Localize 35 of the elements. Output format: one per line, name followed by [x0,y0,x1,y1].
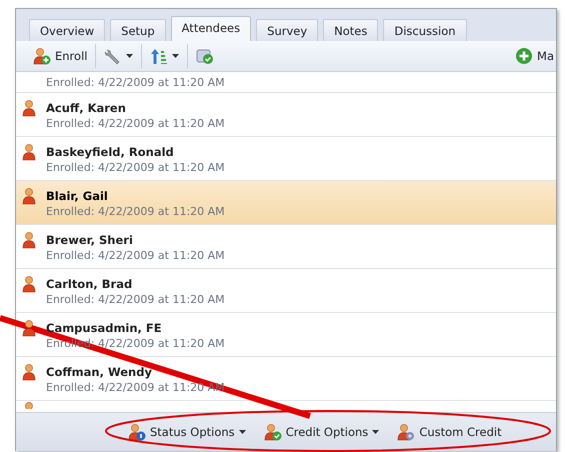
attendee-name: Blair, Gail [46,189,108,203]
attendee-row[interactable]: Acuff, Karen Enrolled: 4/22/2009 at 11:20 AM [16,93,556,137]
calendar-check-icon [196,47,214,65]
attendee-name: Coffman, Wendy [46,365,152,379]
attendee-row[interactable]: Brewer, Sheri Enrolled: 4/22/2009 at 11:20 AM [16,225,556,269]
tab[interactable]: Overview [29,19,106,41]
attendee-name: Carlton, Brad [46,277,132,291]
footer-button[interactable]: Credit Options [260,420,384,444]
sort-icon [150,47,168,65]
attendee-row[interactable]: Carlton, Brad Enrolled: 4/22/2009 at 11:20 AM [16,269,556,313]
footer-button[interactable]: Status Options [124,420,250,444]
tab[interactable]: Survey [256,19,318,41]
enrollment-date: Enrolled: 4/22/2009 at 11:20 AM [45,117,226,130]
tab[interactable]: Attendees [170,16,252,41]
attendee-name: Baskeyfield, Ronald [46,145,174,159]
enrollment-date: Enrolled: 4/22/2009 at 11:20 AM [45,293,226,306]
tab[interactable]: Setup [110,19,166,41]
footer-button[interactable]: Custom Credit [393,420,506,444]
enroll-button[interactable]: Enroll [28,44,92,68]
enrollment-date: Enrolled: 4/22/2009 at 11:20 AM [45,205,226,218]
attendee-row[interactable]: Blair, Gail Enrolled: 4/22/2009 at 11:20 AM [16,181,556,225]
attendee-name: Acuff, Karen [46,101,126,115]
attendee-row[interactable]: Enrolled: 4/22/2009 at 11:20 AM [16,72,556,93]
attendee-name: Campusadmin, FE [46,321,162,335]
enrollment-date: Enrolled: 4/22/2009 at 11:20 AM [45,161,226,174]
enrollment-date: Enrolled: 4/22/2009 at 11:20 AM [45,249,226,262]
enrollment-date: Enrolled: 4/22/2009 at 11:20 AM [45,76,226,88]
add-icon [515,47,534,65]
tab[interactable]: Notes [323,19,378,41]
add-person-icon [33,47,51,65]
caret-icon [172,54,180,58]
add-button[interactable]: Ma [510,44,556,68]
tab[interactable]: Discussion [383,19,467,41]
attendee-name: Brewer, Sheri [46,233,133,247]
caret-icon [126,54,134,58]
